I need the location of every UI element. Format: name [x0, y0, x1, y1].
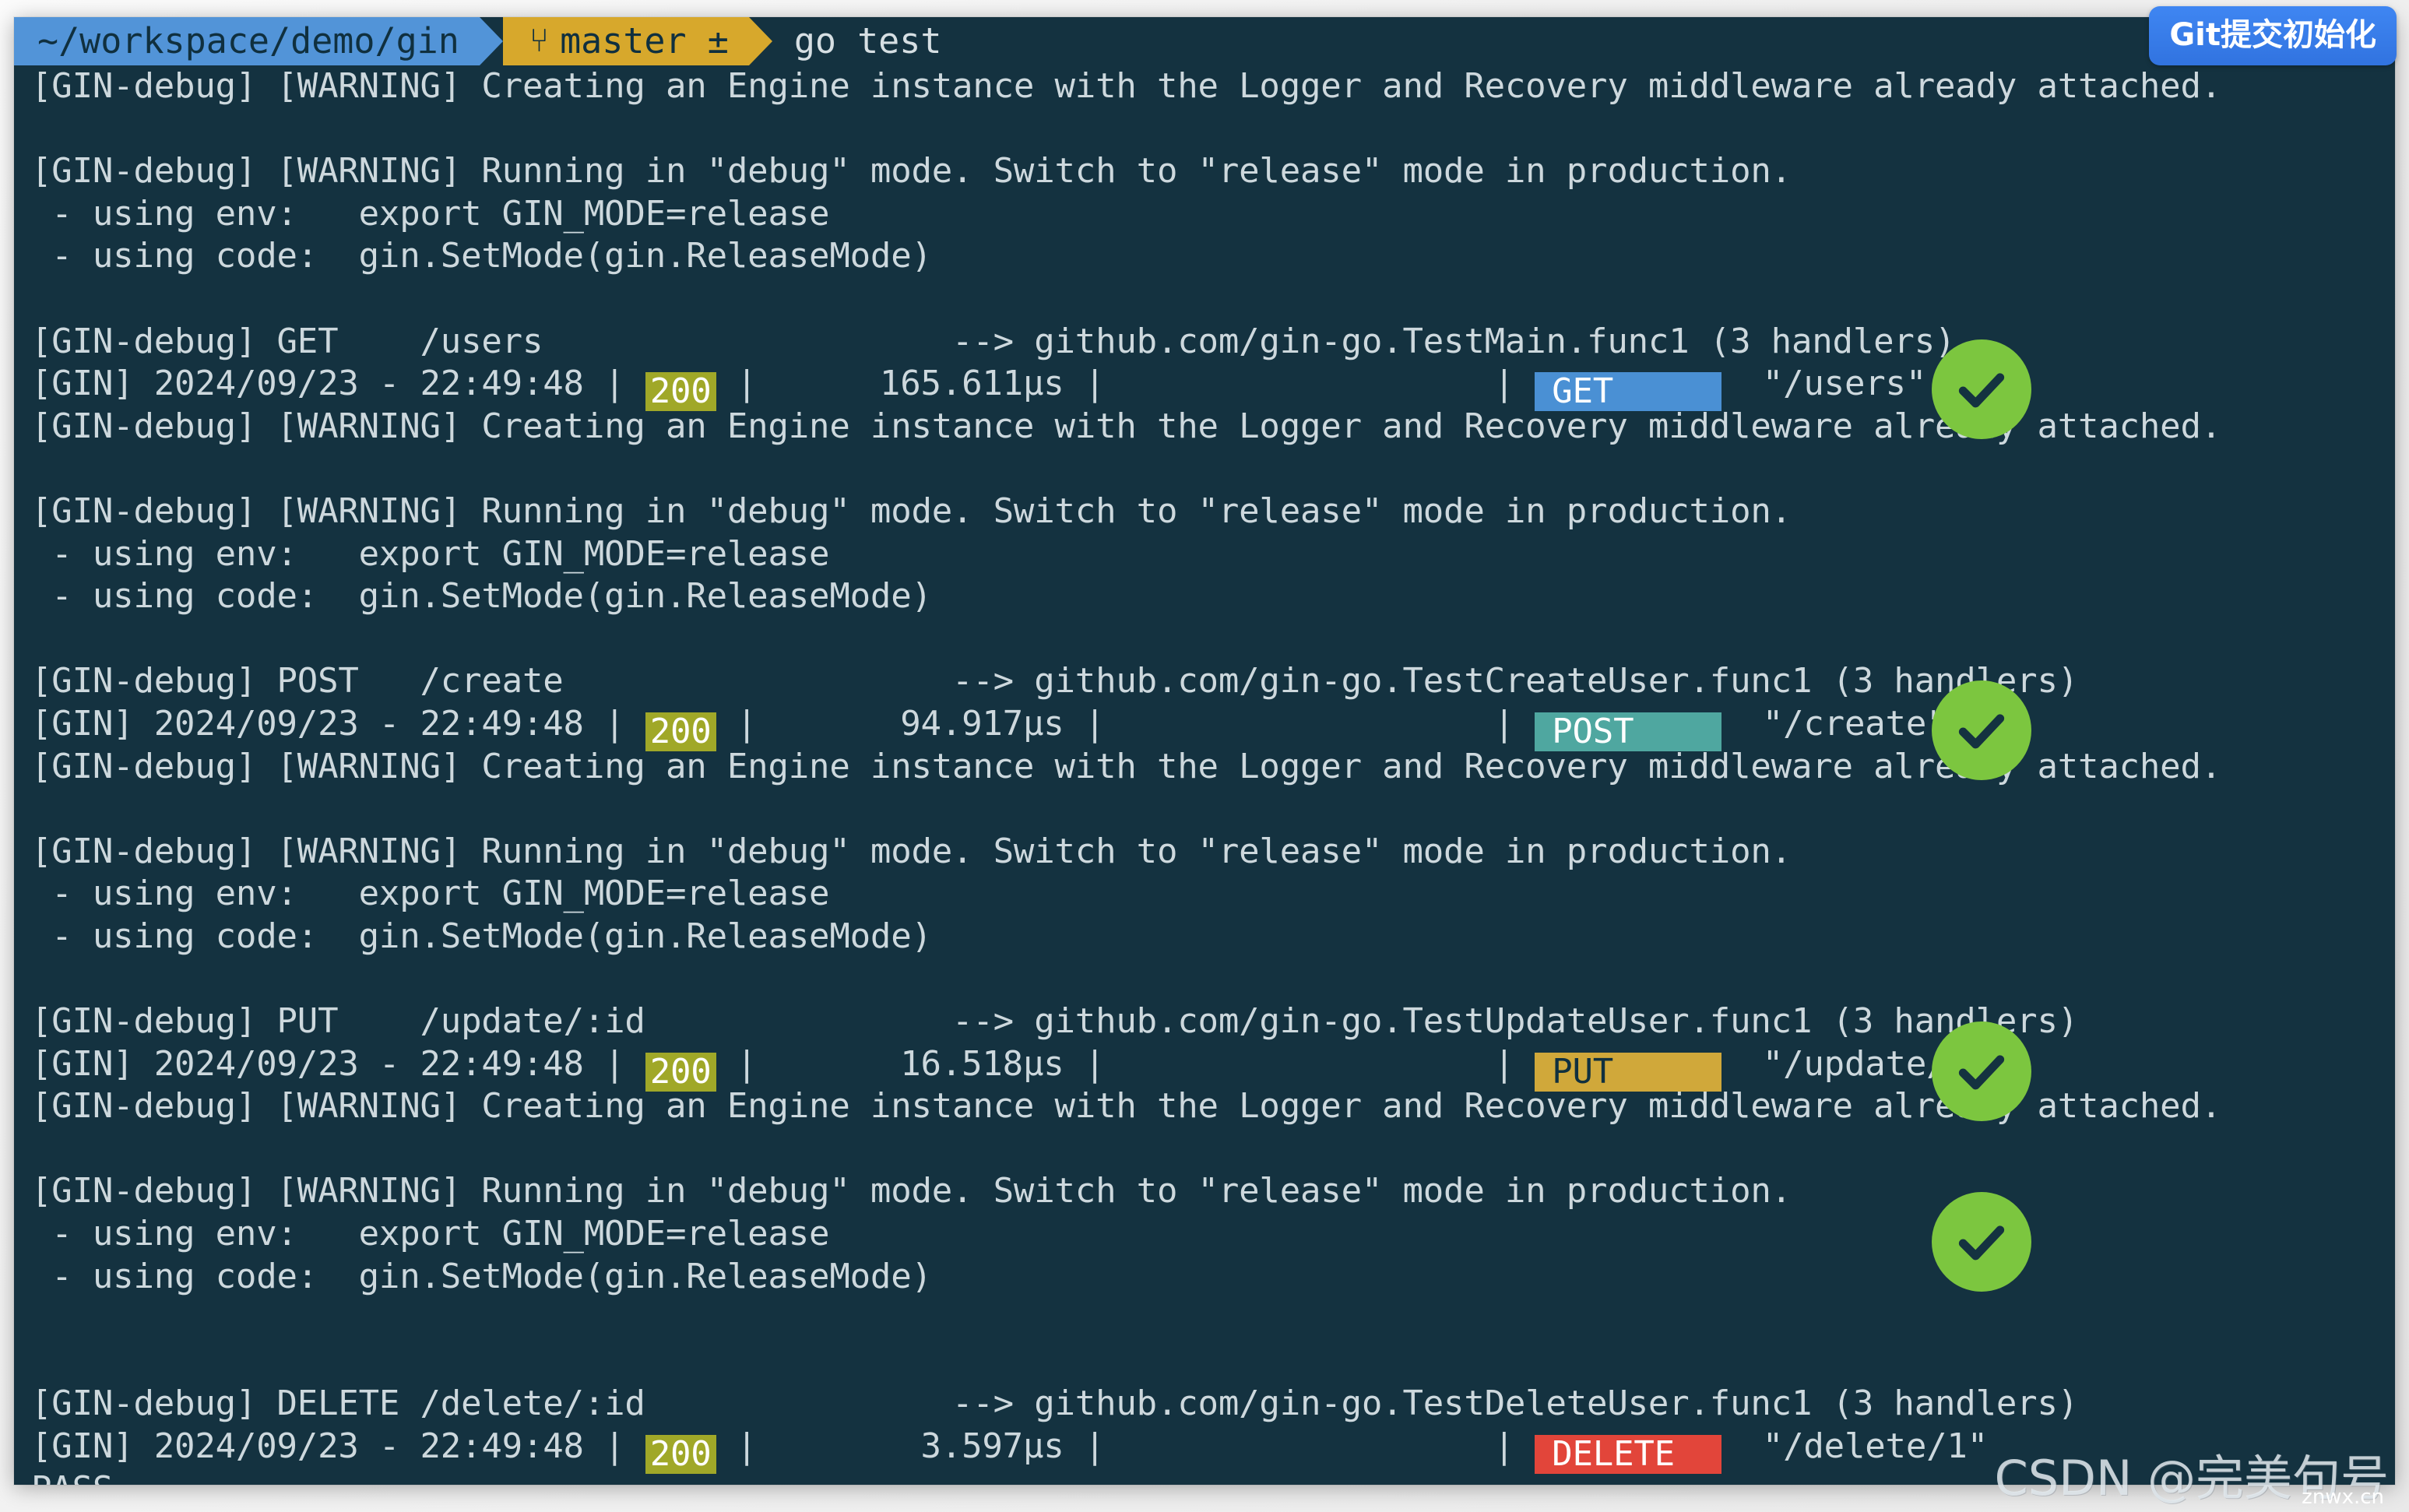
log-latency: | 16.518µs | | — [716, 1043, 1535, 1084]
log-latency: | 94.917µs | | — [716, 703, 1535, 744]
log-line: [GIN-debug] POST /create --> github.com/… — [31, 661, 2079, 701]
log-line: [GIN-debug] [WARNING] Running in "debug"… — [31, 151, 1792, 192]
check-post-icon — [1932, 680, 2031, 780]
log-line: - using code: gin.SetMode(gin.ReleaseMod… — [31, 576, 932, 617]
shell-command-text: go test — [793, 20, 942, 62]
prompt-branch-label: master ± — [560, 20, 729, 62]
log-latency: | 3.597µs | | — [716, 1426, 1535, 1466]
log-line: [GIN-debug] [WARNING] Running in "debug"… — [31, 1171, 1792, 1211]
log-line: [GIN] 2024/09/23 - 22:49:48 | 200 | 16.5… — [31, 1043, 2395, 1092]
check-put-icon — [1932, 1021, 2031, 1121]
log-line: [GIN-debug] [WARNING] Running in "debug"… — [31, 831, 1792, 871]
log-line: - using env: export GIN_MODE=release — [31, 533, 830, 574]
log-line: - using env: export GIN_MODE=release — [31, 193, 830, 234]
request-path: "/delete/1" — [1721, 1426, 1988, 1466]
terminal-log-output[interactable]: [GIN-debug] [WARNING] Creating an Engine… — [14, 65, 2395, 1485]
watermark-subtext: znwx.cn — [2302, 1486, 2384, 1509]
log-line: [GIN] 2024/09/23 - 22:49:48 | 200 | 94.9… — [31, 703, 2395, 751]
log-line: [GIN-debug] [WARNING] Creating an Engine… — [31, 746, 2222, 786]
prompt-path-label: ~/workspace/demo/gin — [37, 20, 459, 62]
check-get-icon — [1932, 339, 2031, 439]
git-init-annotation-badge: Git提交初始化 — [2149, 6, 2397, 65]
git-branch-icon: ⑂ — [529, 21, 550, 59]
log-timestamp: [GIN] 2024/09/23 - 22:49:48 | — [31, 1043, 645, 1084]
log-line: [GIN-debug] PUT /update/:id --> github.c… — [31, 1001, 2079, 1042]
log-line: [GIN-debug] GET /users --> github.com/gi… — [31, 321, 1956, 361]
shell-prompt-row: ~/workspace/demo/gin ⑂ master ± go test — [14, 17, 2395, 65]
log-line: - using code: gin.SetMode(gin.ReleaseMod… — [31, 916, 932, 956]
log-line: [GIN-debug] [WARNING] Creating an Engine… — [31, 1086, 2222, 1127]
prompt-path-segment: ~/workspace/demo/gin — [14, 17, 503, 65]
terminal-window: ~/workspace/demo/gin ⑂ master ± go test … — [14, 17, 2395, 1485]
log-line: - using env: export GIN_MODE=release — [31, 874, 830, 914]
log-line: - using code: gin.SetMode(gin.ReleaseMod… — [31, 1256, 932, 1296]
log-line: [GIN-debug] [WARNING] Running in "debug"… — [31, 491, 1792, 531]
log-timestamp: [GIN] 2024/09/23 - 22:49:48 | — [31, 703, 645, 744]
log-line: [GIN-debug] [WARNING] Creating an Engine… — [31, 406, 2222, 446]
log-line: [GIN] 2024/09/23 - 22:49:48 | 200 | 165.… — [31, 363, 2395, 412]
log-timestamp: [GIN] 2024/09/23 - 22:49:48 | — [31, 1426, 645, 1466]
page-backdrop: ~/workspace/demo/gin ⑂ master ± go test … — [0, 0, 2409, 1512]
prompt-git-segment: ⑂ master ± — [502, 17, 772, 65]
log-line: [GIN-debug] [WARNING] Creating an Engine… — [31, 66, 2222, 106]
log-latency: | 165.611µs | | — [716, 364, 1535, 404]
request-path: "/create" — [1721, 703, 1947, 744]
log-line: - using code: gin.SetMode(gin.ReleaseMod… — [31, 236, 932, 276]
log-timestamp: [GIN] 2024/09/23 - 22:49:48 | — [31, 364, 645, 404]
check-delete-icon — [1932, 1192, 2031, 1292]
request-path: "/users" — [1721, 364, 1927, 404]
csdn-watermark: CSDN @完美句号 znwx.cn — [1995, 1454, 2389, 1508]
log-line: [GIN-debug] DELETE /delete/:id --> githu… — [31, 1384, 2079, 1424]
log-line: - using env: export GIN_MODE=release — [31, 1214, 830, 1254]
